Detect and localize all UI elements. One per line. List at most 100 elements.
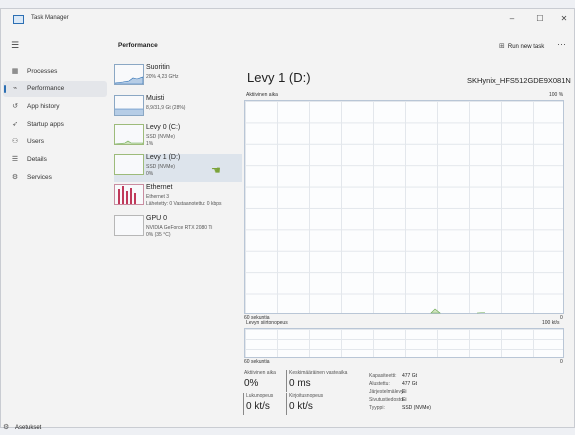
stat-divider [286,393,287,415]
avg-response-value: 0 ms [289,378,311,389]
nav-item-label: Services [27,174,52,181]
run-new-task-button[interactable]: ⊞ Run new task [499,42,544,50]
nav-item-services[interactable]: ⚙ Services [3,170,107,186]
users-icon: ⚇ [11,138,19,145]
nav-item-label: Startup apps [27,121,64,128]
task-manager-window: Task Manager – ☐ ✕ ☰ ▦ Processes ⌁ Perfo… [0,8,575,431]
nav-item-users[interactable]: ⚇ Users [3,134,107,150]
page-title: Performance [118,42,158,49]
history-icon: ↺ [12,103,18,110]
type-label: Tyyppi: [369,405,385,411]
settings-button[interactable]: ⚙ Asetukset [3,421,83,435]
device-detail: SSD (NVMe) [146,134,175,140]
active-time-graph [244,100,564,314]
device-detail: 8,9/31,9 Gt (28%) [146,105,186,111]
chart-icon: ⌁ [12,85,18,92]
device-detail: 20% 4,23 GHz [146,74,179,80]
device-name: Ethernet [146,184,173,191]
transfer-graph-min: 0 [560,359,563,365]
device-detail: NVIDIA GeForce RTX 2080 Ti [146,225,213,231]
read-speed-value: 0 kt/s [246,401,270,412]
stat-divider [286,370,287,392]
type-value: SSD (NVMe) [402,405,431,411]
nav-item-app-history[interactable]: ↺ App history [3,99,107,115]
device-usage: 1% [146,141,154,147]
activity-spike [430,308,441,314]
disk-model: SKHynix_HFS512GDE9X081N [467,76,571,85]
nav-item-details[interactable]: ☰ Details [3,152,107,168]
gpu-thumbnail [114,215,144,236]
run-new-task-label: Run new task [507,44,545,50]
maximize-button[interactable]: ☐ [529,12,551,26]
nav-item-processes[interactable]: ▦ Processes [3,64,107,80]
device-detail: Ethernet 3 [146,194,170,200]
device-name: Muisti [146,95,165,102]
transfer-graph-max: 100 kt/s [542,320,560,326]
minimize-button[interactable]: – [501,12,523,26]
active-time-value: 0% [244,378,259,389]
system-disk-label: Järjestelmälevy: [369,389,405,395]
hamburger-menu-icon[interactable]: ☰ [11,41,21,50]
page-file-label: Sivutustiedosto: [369,397,405,403]
nav-item-label: Processes [27,68,58,75]
mouse-cursor-icon: ☚ [211,165,221,177]
device-disk-1[interactable]: Levy 1 (D:) SSD (NVMe) 0% [114,154,242,182]
detail-title: Levy 1 (D:) [247,70,311,85]
nav-item-label: Performance [27,85,65,92]
write-speed-label: Kirjoitusnopeus [289,393,324,399]
active-time-graph-min: 0 [560,315,563,321]
task-manager-icon [13,15,24,24]
gear-icon: ⚙ [3,424,10,431]
disk-1-thumbnail [114,154,144,175]
nav-item-performance[interactable]: ⌁ Performance [3,81,107,97]
nav-item-label: App history [27,103,60,110]
active-time-graph-label: Aktiivinen aika [246,92,278,98]
avg-response-label: Keskimääräinen vasteaika [289,370,348,376]
device-name: Levy 1 (D:) [146,154,181,161]
device-name: Levy 0 (C:) [146,124,181,131]
write-speed-value: 0 kt/s [289,401,313,412]
transfer-rate-graph [244,328,564,358]
device-name: Suoritin [146,64,170,71]
read-speed-label: Lukunopeus [246,393,274,399]
nav-item-startup-apps[interactable]: ➶ Startup apps [3,117,107,133]
services-icon: ⚙ [11,174,19,181]
device-throughput: Lähetetty: 0 Vastaanotettu: 0 kbps [146,201,222,207]
device-memory[interactable]: Muisti 8,9/31,9 Gt (28%) [114,95,242,123]
window-title: Task Manager [31,15,69,21]
nav-item-label: Details [27,156,47,163]
formatted-value: 477 Gt [402,381,418,387]
active-time-graph-max: 100 % [549,92,564,98]
memory-thumbnail [114,95,144,116]
device-cpu[interactable]: Suoritin 20% 4,23 GHz [114,64,242,92]
system-disk-value: Ei [402,389,407,395]
device-ethernet[interactable]: Ethernet Ethernet 3 Lähetetty: 0 Vastaan… [114,184,242,212]
navigation-pane: ☰ ▦ Processes ⌁ Performance ↺ App histor… [1,31,109,431]
title-bar: Task Manager – ☐ ✕ [1,9,574,31]
capacity-value: 477 Gt [402,373,418,379]
run-task-icon: ⊞ [499,43,505,50]
device-usage: 0% [146,171,154,177]
device-gpu[interactable]: GPU 0 NVIDIA GeForce RTX 2080 Ti 0% (35 … [114,215,242,243]
startup-icon: ➶ [12,121,18,128]
nav-item-label: Users [27,138,44,145]
more-options-button[interactable]: ··· [557,39,566,49]
transfer-graph-time: 60 sekuntia [244,359,270,365]
active-time-label: Aktiivinen aika [244,370,276,376]
device-name: GPU 0 [146,215,168,222]
device-usage: 0% (35 °C) [146,232,171,238]
close-button[interactable]: ✕ [553,12,575,26]
settings-label: Asetukset [15,425,42,431]
device-disk-0[interactable]: Levy 0 (C:) SSD (NVMe) 1% [114,124,242,152]
activity-spike [476,312,486,314]
transfer-graph-label: Levyn siirtonopeus [246,320,288,326]
disk-0-thumbnail [114,124,144,145]
stat-divider [243,393,244,415]
details-icon: ☰ [11,156,19,163]
device-detail: SSD (NVMe) [146,164,175,170]
ethernet-thumbnail [114,184,144,205]
capacity-label: Kapasiteetti: [369,373,397,379]
page-file-value: Ei [402,397,407,403]
cpu-thumbnail [114,64,144,85]
formatted-label: Alustettu: [369,381,390,387]
